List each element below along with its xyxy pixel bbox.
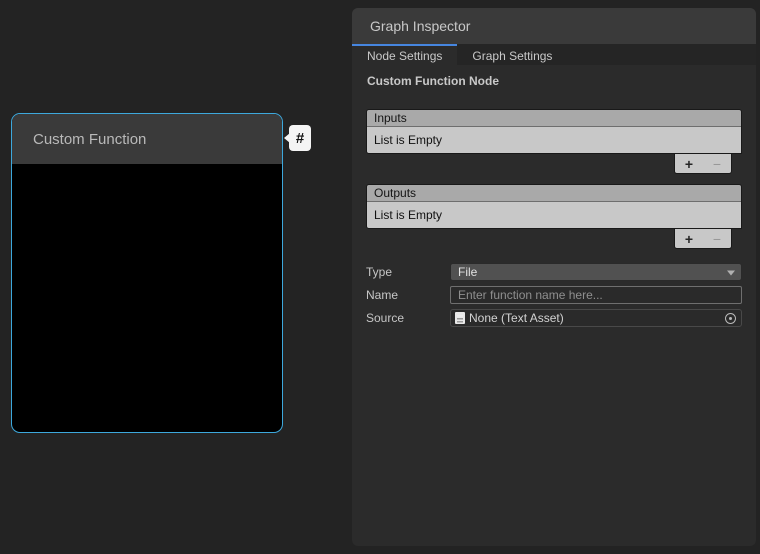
inspector-header: Graph Inspector xyxy=(352,8,756,44)
name-row: Name xyxy=(366,286,742,304)
source-object-value: None (Text Asset) xyxy=(469,311,725,325)
inputs-list-footer-row: + − xyxy=(366,154,742,174)
node-hash-badge[interactable]: # xyxy=(289,125,311,151)
outputs-list: Outputs List is Empty + − xyxy=(366,184,742,249)
inputs-remove-button[interactable]: − xyxy=(710,157,724,171)
inspector-tab-bar: Node Settings Graph Settings xyxy=(352,44,756,65)
outputs-remove-button[interactable]: − xyxy=(710,232,724,246)
tab-node-settings[interactable]: Node Settings xyxy=(352,44,457,65)
outputs-list-footer: + − xyxy=(674,229,732,249)
text-asset-icon xyxy=(455,312,465,324)
graph-inspector-panel: Graph Inspector Node Settings Graph Sett… xyxy=(352,8,756,546)
outputs-list-empty-row: List is Empty xyxy=(367,202,741,228)
tab-label: Node Settings xyxy=(367,49,442,63)
node-preview-body xyxy=(12,165,282,431)
tab-label: Graph Settings xyxy=(472,49,552,63)
hash-icon: # xyxy=(296,130,304,147)
function-name-input[interactable] xyxy=(450,286,742,304)
inputs-list: Inputs List is Empty + − xyxy=(366,109,742,174)
source-label: Source xyxy=(366,311,450,325)
inputs-add-button[interactable]: + xyxy=(682,157,696,171)
node-settings-heading: Custom Function Node xyxy=(367,74,742,88)
outputs-list-footer-row: + − xyxy=(366,229,742,249)
inputs-list-header: Inputs xyxy=(367,110,741,127)
type-label: Type xyxy=(366,265,450,279)
type-row: Type File xyxy=(366,263,742,281)
outputs-list-header: Outputs xyxy=(367,185,741,202)
source-row: Source None (Text Asset) xyxy=(366,309,742,327)
inputs-list-box: Inputs List is Empty xyxy=(366,109,742,154)
inspector-content: Custom Function Node Inputs List is Empt… xyxy=(352,65,756,327)
outputs-add-button[interactable]: + xyxy=(682,232,696,246)
inputs-list-empty-row: List is Empty xyxy=(367,127,741,153)
type-dropdown[interactable]: File xyxy=(450,263,742,281)
custom-function-node[interactable]: Custom Function xyxy=(11,113,283,433)
node-title-bar: Custom Function xyxy=(12,114,282,165)
name-label: Name xyxy=(366,288,450,302)
type-dropdown-value: File xyxy=(458,265,477,279)
tab-graph-settings[interactable]: Graph Settings xyxy=(457,44,567,65)
outputs-list-box: Outputs List is Empty xyxy=(366,184,742,229)
object-picker-icon[interactable] xyxy=(725,313,736,324)
chevron-down-icon xyxy=(727,271,735,276)
node-title: Custom Function xyxy=(33,131,146,148)
inputs-list-footer: + − xyxy=(674,154,732,174)
inspector-title: Graph Inspector xyxy=(370,18,470,34)
node-fields: Type File Name Source xyxy=(366,263,742,327)
source-object-field[interactable]: None (Text Asset) xyxy=(450,309,742,327)
